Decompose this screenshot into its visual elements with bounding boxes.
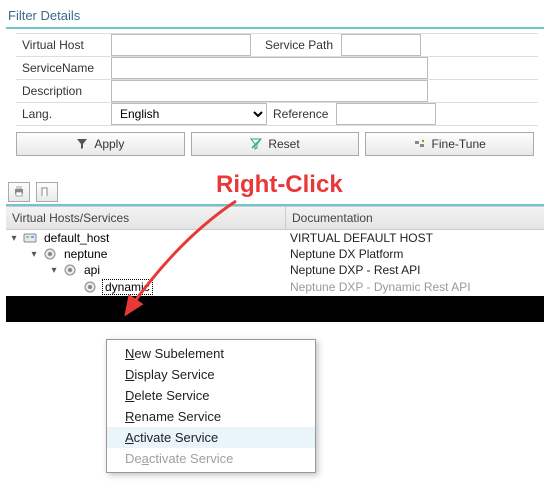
fine-tune-label: Fine-Tune — [432, 137, 486, 151]
col-header-doc[interactable]: Documentation — [286, 207, 544, 229]
context-menu-item[interactable]: Display Service — [107, 364, 315, 385]
input-description[interactable] — [111, 80, 428, 102]
tree-node-doc: Neptune DXP - Dynamic Rest API — [286, 279, 544, 295]
tree-node-doc: Neptune DX Platform — [286, 246, 544, 262]
reset-label: Reset — [268, 137, 299, 151]
redaction-bar — [6, 296, 544, 322]
tree-toolbar — [6, 180, 544, 206]
reset-button[interactable]: Reset — [191, 132, 360, 156]
label-reference: Reference — [267, 105, 336, 123]
tree-row[interactable]: dynamic Neptune DXP - Dynamic Rest API — [6, 278, 544, 296]
fine-tune-icon — [414, 138, 426, 150]
context-menu-item[interactable]: Activate Service — [107, 427, 315, 448]
layout-button[interactable] — [36, 182, 58, 202]
input-service-path[interactable] — [341, 34, 421, 56]
tree-node-doc: VIRTUAL DEFAULT HOST — [286, 230, 544, 246]
service-tree: Virtual Hosts/Services Documentation ▾de… — [6, 206, 544, 296]
label-lang: Lang. — [16, 105, 111, 123]
tree-row[interactable]: ▾ api Neptune DXP - Rest API — [6, 262, 544, 278]
input-service-name[interactable] — [111, 57, 428, 79]
expand-toggle[interactable] — [68, 282, 80, 293]
input-virtual-host[interactable] — [111, 34, 251, 56]
filter-form: Virtual Host Service Path ServiceName De… — [16, 33, 538, 126]
reset-icon — [250, 138, 262, 150]
funnel-icon — [76, 138, 88, 150]
apply-label: Apply — [94, 137, 124, 151]
filter-details-title: Filter Details — [6, 6, 544, 29]
context-menu-item[interactable]: New Subelement — [107, 343, 315, 364]
tree-node-label[interactable]: default_host — [42, 231, 111, 245]
service-icon — [42, 247, 58, 261]
col-header-hosts[interactable]: Virtual Hosts/Services — [6, 207, 286, 229]
context-menu-item[interactable]: Delete Service — [107, 385, 315, 406]
expand-toggle[interactable]: ▾ — [28, 249, 40, 260]
layout-icon — [41, 185, 53, 200]
filter-button-row: Apply Reset Fine-Tune — [16, 132, 534, 156]
print-icon — [13, 185, 25, 200]
label-virtual-host: Virtual Host — [16, 36, 111, 54]
print-button[interactable] — [8, 182, 30, 202]
context-menu: New SubelementDisplay ServiceDelete Serv… — [106, 339, 316, 473]
input-reference[interactable] — [336, 103, 436, 125]
tree-node-doc: Neptune DXP - Rest API — [286, 262, 544, 278]
tree-node-label[interactable]: api — [82, 263, 102, 277]
label-service-name: ServiceName — [16, 59, 111, 77]
context-menu-item: Deactivate Service — [107, 448, 315, 469]
select-lang[interactable]: English — [111, 103, 267, 125]
expand-toggle[interactable]: ▾ — [48, 265, 60, 276]
tree-node-label[interactable]: neptune — [62, 247, 109, 261]
tree-node-label[interactable]: dynamic — [102, 279, 153, 295]
fine-tune-button[interactable]: Fine-Tune — [365, 132, 534, 156]
host-icon — [22, 231, 38, 245]
tree-row[interactable]: ▾ default_host VIRTUAL DEFAULT HOST — [6, 230, 544, 246]
context-menu-item[interactable]: Rename Service — [107, 406, 315, 427]
expand-toggle[interactable]: ▾ — [8, 233, 20, 244]
label-service-path: Service Path — [251, 36, 341, 54]
service-icon — [82, 280, 98, 294]
label-description: Description — [16, 82, 111, 100]
tree-row[interactable]: ▾ neptune Neptune DX Platform — [6, 246, 544, 262]
service-icon — [62, 263, 78, 277]
apply-button[interactable]: Apply — [16, 132, 185, 156]
